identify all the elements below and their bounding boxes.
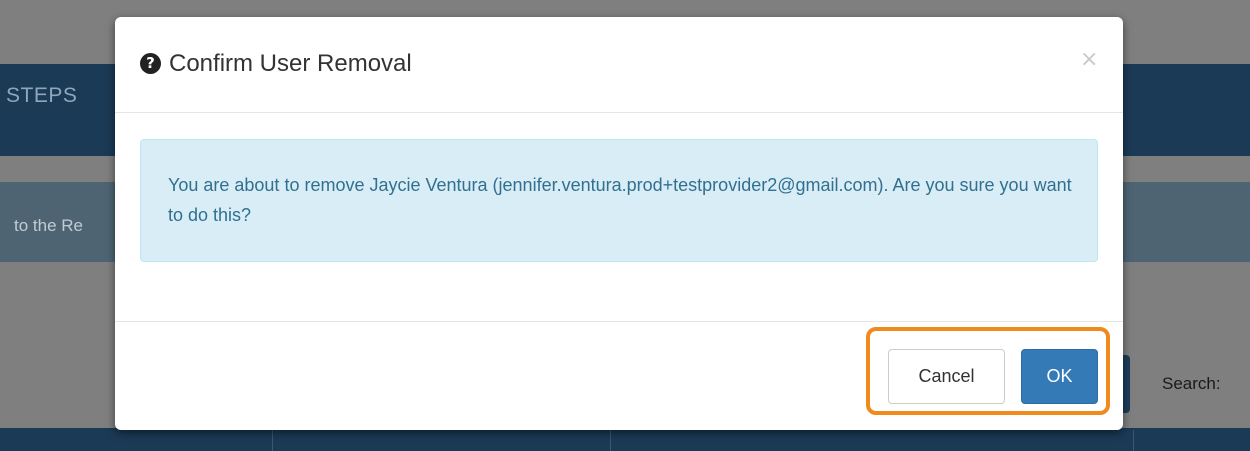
ok-button[interactable]: OK [1021,349,1098,404]
dialog-title: Confirm User Removal [169,50,412,77]
confirm-removal-dialog: ? Confirm User Removal × You are about t… [115,17,1123,430]
confirmation-message: You are about to remove Jaycie Ventura (… [168,175,1072,225]
info-alert: You are about to remove Jaycie Ventura (… [140,139,1098,262]
page-header-text: STEPS [6,84,78,107]
table-column-divider [610,430,611,451]
page-notice-text: to the Re [14,216,83,235]
close-icon[interactable]: × [1080,47,1098,72]
table-column-divider [1133,430,1134,451]
dialog-header: ? Confirm User Removal × [115,17,1123,113]
table-header [0,428,1250,451]
cancel-button[interactable]: Cancel [888,349,1005,404]
question-circle-icon: ? [140,53,161,74]
dialog-footer-divider [115,321,1123,322]
table-column-divider [272,430,273,451]
search-label: Search: [1162,374,1221,393]
